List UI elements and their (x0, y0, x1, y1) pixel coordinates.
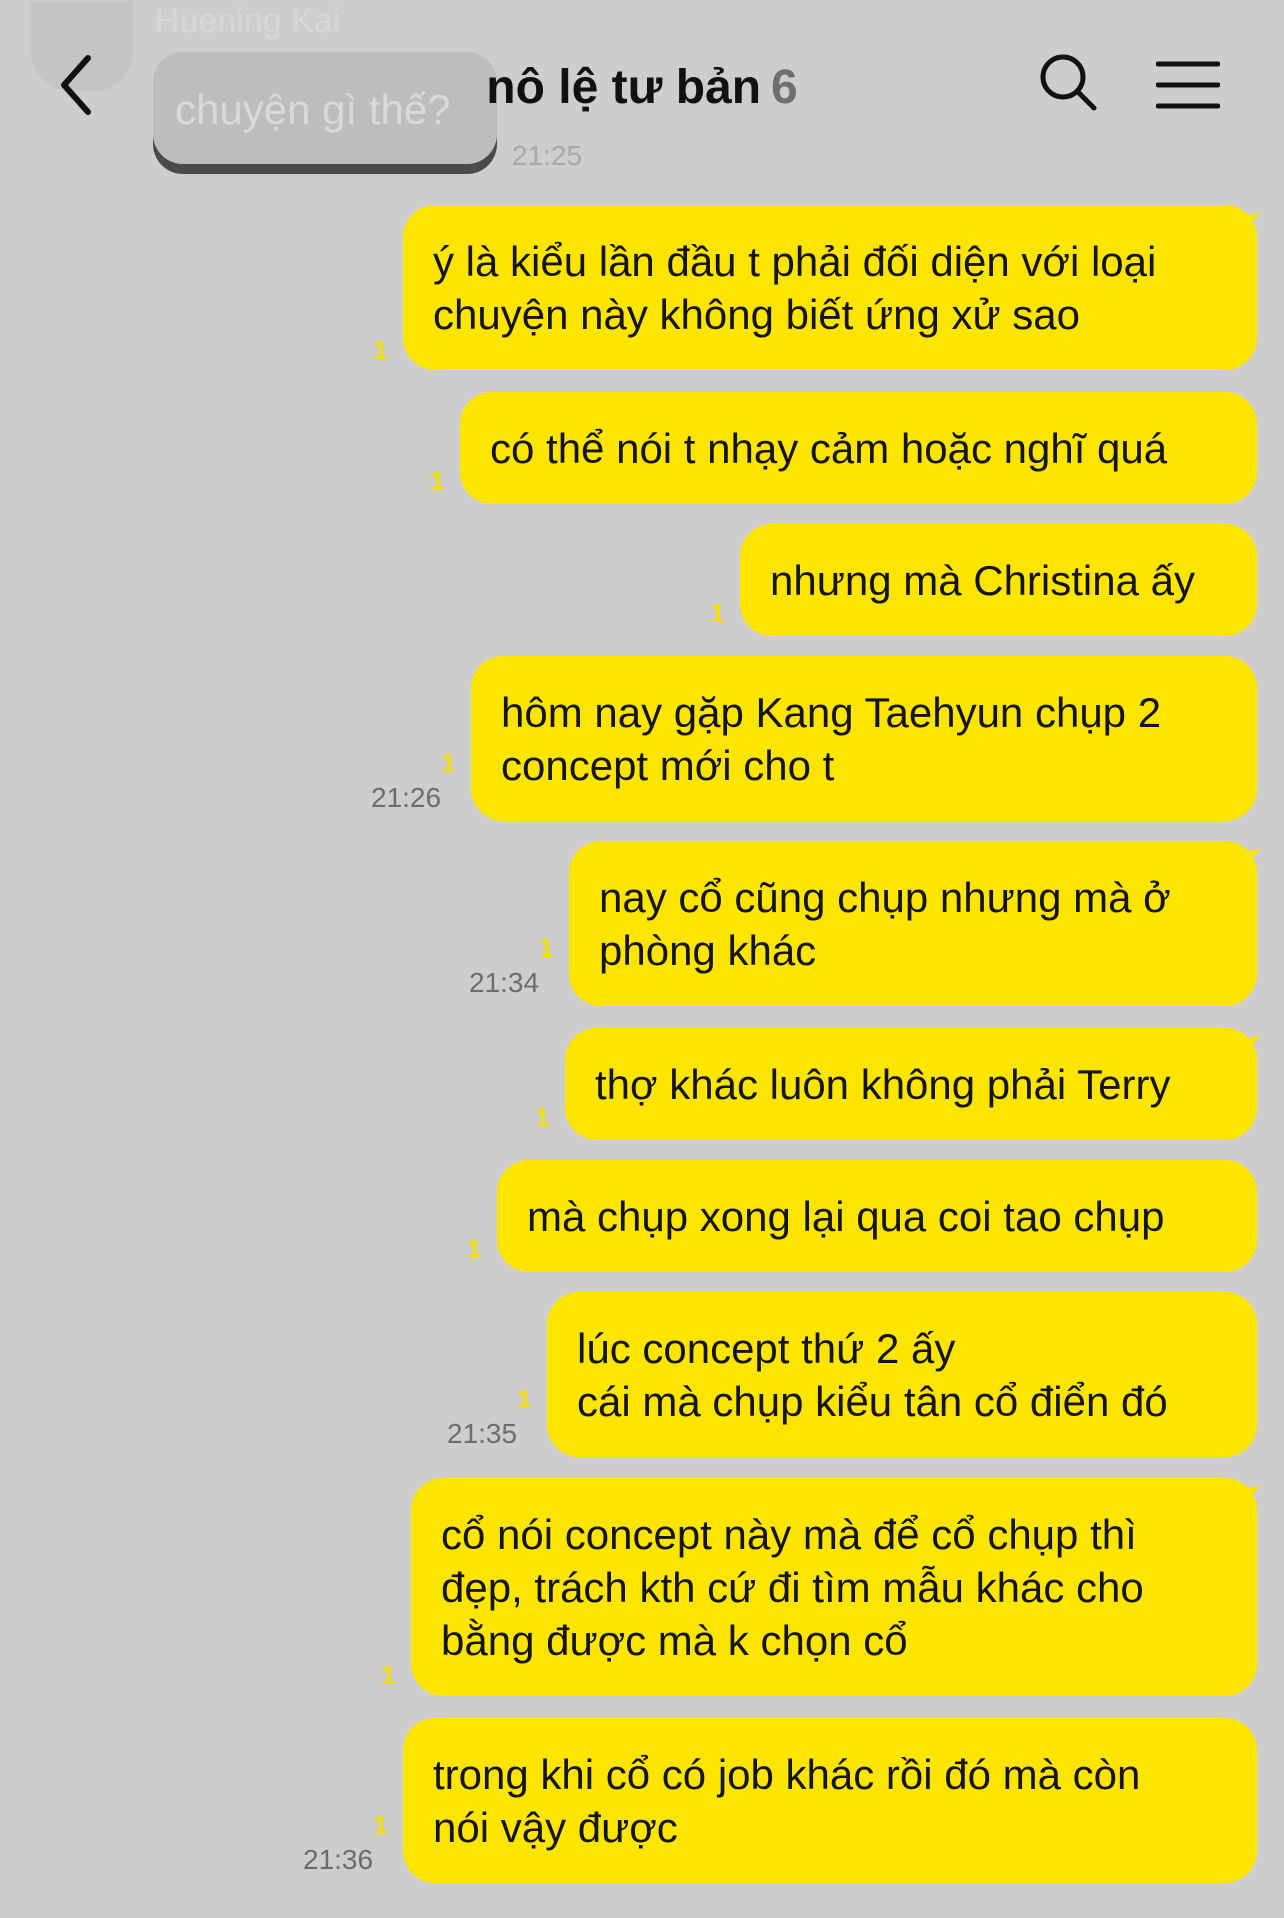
message-time: 21:36 (303, 1844, 374, 1875)
message-bubble[interactable]: nay cổ cũng chụp nhưng mà ở phòng khác (569, 841, 1257, 1006)
unread-count: 1 (430, 466, 445, 496)
sent-message[interactable]: cổ nói concept này mà để cổ chụp thì đẹp… (381, 1478, 1257, 1696)
message-bubble[interactable]: thợ khác luôn không phải Terry (565, 1028, 1257, 1140)
unread-count: 1 (441, 748, 456, 778)
unread-count: 1 (467, 1234, 482, 1264)
message-bubble[interactable]: hôm nay gặp Kang Taehyun chụp 2 concept … (471, 656, 1257, 821)
message-bubble[interactable]: cổ nói concept này mà để cổ chụp thì đẹp… (411, 1478, 1257, 1696)
message-time: 21:26 (371, 782, 442, 813)
sent-message[interactable]: nay cổ cũng chụp nhưng mà ở phòng khác 1… (469, 841, 1257, 1006)
message-bubble[interactable]: nhưng mà Christina ấy (740, 524, 1257, 636)
message-time: 21:35 (447, 1418, 518, 1449)
message-time: 21:34 (469, 967, 540, 998)
member-count: 6 (771, 61, 798, 114)
message-bubble[interactable]: mà chụp xong lại qua coi tao chụp (497, 1160, 1257, 1272)
unread-count: 1 (381, 1660, 396, 1690)
sent-message[interactable]: có thể nói t nhạy cảm hoặc nghĩ quá 1 (430, 392, 1257, 504)
chat-header: nô lệ tư bản 6 (0, 0, 1284, 170)
hamburger-menu-icon (1155, 61, 1221, 109)
chat-name: nô lệ tư bản (486, 61, 762, 114)
unread-count: 1 (539, 933, 554, 963)
unread-count: 1 (535, 1102, 550, 1132)
search-icon (1040, 54, 1097, 111)
message-bubble[interactable]: ý là kiểu lần đầu t phải đối diện với lo… (403, 205, 1257, 370)
unread-count: 1 (517, 1384, 532, 1414)
sent-message[interactable]: hôm nay gặp Kang Taehyun chụp 2 concept … (371, 656, 1257, 821)
menu-button[interactable] (1155, 58, 1221, 112)
sent-message[interactable]: thợ khác luôn không phải Terry 1 (535, 1028, 1257, 1140)
search-button[interactable] (1036, 50, 1100, 114)
sent-message[interactable]: lúc concept thứ 2 ấy cái mà chụp kiểu tâ… (447, 1292, 1257, 1457)
unread-count: 1 (373, 335, 388, 365)
message-bubble[interactable]: lúc concept thứ 2 ấy cái mà chụp kiểu tâ… (547, 1292, 1257, 1457)
unread-count: 1 (373, 1810, 388, 1840)
sent-message[interactable]: nhưng mà Christina ấy 1 (710, 524, 1257, 636)
unread-count: 1 (710, 598, 725, 628)
sent-message[interactable]: ý là kiểu lần đầu t phải đối diện với lo… (373, 205, 1257, 370)
sent-message[interactable]: mà chụp xong lại qua coi tao chụp 1 (467, 1160, 1257, 1272)
sent-message[interactable]: trong khi cổ có job khác rồi đó mà còn n… (303, 1718, 1257, 1883)
message-bubble[interactable]: có thể nói t nhạy cảm hoặc nghĩ quá (460, 392, 1257, 504)
message-bubble[interactable]: trong khi cổ có job khác rồi đó mà còn n… (403, 1718, 1257, 1883)
